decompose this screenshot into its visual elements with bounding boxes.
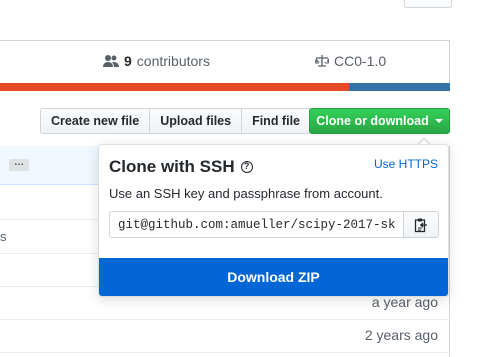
find-file-button[interactable]: Find file	[241, 108, 311, 134]
language-segment-python[interactable]	[349, 83, 450, 91]
help-icon[interactable]: ?	[240, 161, 253, 173]
contributors-link[interactable]: 9 contributors	[103, 53, 210, 69]
clone-or-download-button[interactable]: Clone or download	[309, 108, 450, 134]
contributors-label: contributors	[136, 53, 210, 69]
row-divider	[0, 352, 450, 353]
contributors-count: 9	[124, 53, 132, 69]
use-https-link[interactable]: Use HTTPS	[374, 157, 438, 171]
clipboard-icon	[414, 218, 427, 232]
create-new-file-button[interactable]: Create new file	[40, 108, 151, 134]
language-bar[interactable]	[0, 83, 450, 91]
people-icon	[103, 55, 119, 67]
file-age: 2 years ago	[364, 327, 438, 343]
copy-url-button[interactable]	[403, 211, 439, 238]
upload-files-button[interactable]: Upload files	[149, 108, 243, 134]
clone-description: Use an SSH key and passphrase from accou…	[109, 186, 383, 201]
file-actions-group: Create new file Upload files Find file	[40, 108, 311, 134]
expand-commit-button[interactable]: …	[9, 158, 29, 171]
top-button-edge[interactable]	[404, 0, 452, 8]
language-segment-html[interactable]	[0, 83, 349, 91]
file-name-fragment[interactable]: s	[0, 229, 7, 244]
row-divider	[0, 319, 450, 320]
clone-or-download-label: Clone or download	[316, 114, 429, 128]
license-label: CC0-1.0	[334, 53, 387, 69]
clone-title-text: Clone with SSH	[109, 157, 235, 176]
law-icon	[315, 55, 329, 67]
clone-dropdown: Clone with SSH ? Use HTTPS Use an SSH ke…	[98, 144, 449, 297]
clone-url-input[interactable]	[109, 211, 404, 238]
download-zip-button[interactable]: Download ZIP	[99, 258, 448, 296]
license-link[interactable]: CC0-1.0	[315, 53, 386, 69]
caret-down-icon	[434, 119, 443, 123]
clone-title: Clone with SSH ?	[109, 157, 253, 177]
